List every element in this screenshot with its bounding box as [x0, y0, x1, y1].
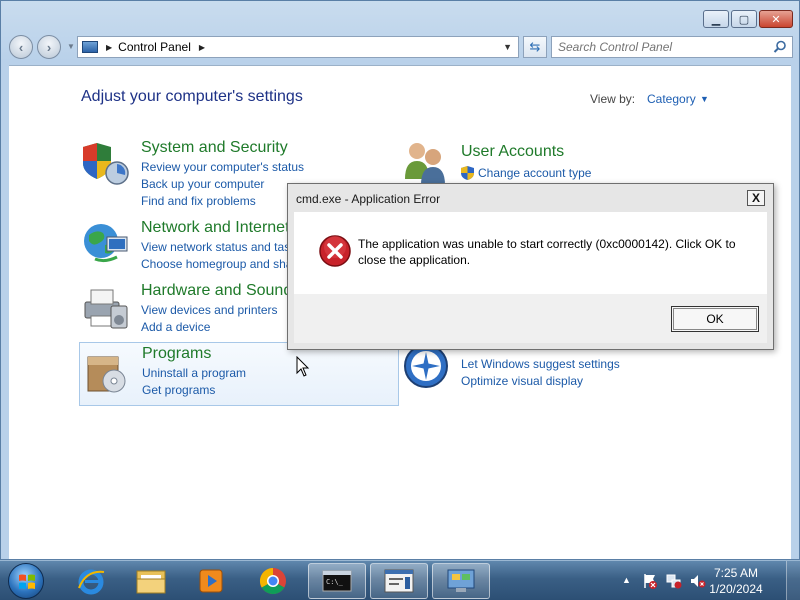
link-network-status[interactable]: View network status and tasks [141, 240, 302, 254]
refresh-button[interactable]: ⇆ [523, 36, 547, 58]
address-dropdown-icon[interactable]: ▼ [503, 42, 512, 52]
taskbar-windows-explorer[interactable] [122, 563, 180, 599]
link-review-status[interactable]: Review your computer's status [141, 160, 304, 174]
show-hidden-icons-icon[interactable]: ▲ [622, 575, 631, 585]
link-suggest-settings[interactable]: Let Windows suggest settings [461, 357, 620, 371]
search-input[interactable] [558, 40, 758, 54]
link-change-account-type[interactable]: Change account type [478, 166, 591, 180]
link-get-programs[interactable]: Get programs [142, 383, 215, 397]
network-icon[interactable] [666, 573, 682, 589]
category-title-network-internet[interactable]: Network and Internet [141, 219, 290, 237]
security-shield-icon [83, 143, 129, 185]
category-system-security: System and Security Review your computer… [81, 139, 321, 209]
navigation-bar: ‹ › ▼ ▶ Control Panel ▶ ▼ ⇆ [9, 33, 793, 61]
view-by-dropdown[interactable]: Category [647, 92, 696, 106]
svg-text:C:\_: C:\_ [326, 578, 344, 586]
minimize-button[interactable]: ▁ [703, 10, 729, 28]
taskbar-error-dialog[interactable] [370, 563, 428, 599]
taskbar-clock[interactable]: 7:25 AM 1/20/2024 [700, 565, 772, 597]
link-uninstall-program[interactable]: Uninstall a program [142, 366, 246, 380]
dialog-title: cmd.exe - Application Error [296, 192, 441, 206]
category-programs[interactable]: Programs Uninstall a program Get program… [79, 342, 399, 406]
search-icon[interactable] [773, 40, 787, 54]
application-window-icon [384, 569, 414, 593]
link-optimize-display[interactable]: Optimize visual display [461, 374, 583, 388]
taskbar-cmd[interactable]: C:\_ [308, 563, 366, 599]
caption-buttons: ▁ ▢ ✕ [701, 10, 793, 28]
taskbar: C:\_ ▲ 7:25 AM 1/20/2024 [0, 560, 800, 600]
address-bar[interactable]: ▶ Control Panel ▶ ▼ [77, 36, 519, 58]
link-find-fix[interactable]: Find and fix problems [141, 194, 256, 208]
category-network-internet: Network and Internet View network status… [81, 219, 354, 274]
category-title-system-security[interactable]: System and Security [141, 139, 288, 157]
category-user-accounts: User Accounts Change account type [401, 139, 651, 185]
category-title-hardware-sound[interactable]: Hardware and Sound [141, 282, 292, 300]
back-button[interactable]: ‹ [9, 35, 33, 59]
printer-icon [84, 289, 128, 329]
start-button[interactable] [8, 563, 44, 599]
show-desktop-button[interactable] [786, 561, 800, 600]
dialog-message-area: The application was unable to start corr… [294, 212, 767, 294]
search-box[interactable] [551, 36, 793, 58]
dialog-message: The application was unable to start corr… [358, 237, 736, 267]
category-hardware-sound: Hardware and Sound View devices and prin… [81, 282, 321, 337]
clock-date: 1/20/2024 [709, 582, 763, 596]
category-title-user-accounts[interactable]: User Accounts [461, 143, 564, 161]
ease-of-access-icon [404, 344, 448, 388]
action-center-flag-icon[interactable] [642, 573, 658, 589]
uac-shield-icon [461, 166, 474, 180]
folder-icon [136, 570, 166, 594]
breadcrumb-separator-icon[interactable]: ▶ [199, 43, 205, 52]
media-player-icon [199, 569, 223, 593]
view-by-label: View by: [590, 92, 636, 106]
forward-button[interactable]: › [37, 35, 61, 59]
forward-arrow-icon: › [46, 39, 52, 55]
link-devices-printers[interactable]: View devices and printers [141, 303, 278, 317]
taskbar-control-panel[interactable] [432, 563, 490, 599]
close-button[interactable]: ✕ [759, 10, 793, 28]
breadcrumb-control-panel[interactable]: Control Panel [118, 40, 191, 54]
internet-explorer-icon [78, 569, 105, 595]
link-add-device[interactable]: Add a device [141, 320, 210, 334]
taskbar-media-player[interactable] [182, 563, 240, 599]
user-accounts-icon [405, 143, 445, 185]
ok-button[interactable]: OK [671, 306, 759, 332]
mouse-cursor-icon [296, 356, 310, 377]
application-error-dialog: cmd.exe - Application Error X The applic… [287, 183, 774, 350]
control-panel-taskbar-icon [447, 569, 475, 592]
control-panel-icon [82, 41, 98, 53]
windows-logo-icon [19, 574, 35, 589]
refresh-icon: ⇆ [529, 39, 541, 54]
command-prompt-icon: C:\_ [322, 570, 352, 592]
category-ease-of-access: Let Windows suggest settings Optimize vi… [401, 344, 651, 394]
programs-box-icon [87, 356, 126, 393]
view-by-dropdown-icon[interactable]: ▼ [700, 94, 709, 104]
breadcrumb-separator-icon[interactable]: ▶ [106, 43, 112, 52]
link-backup[interactable]: Back up your computer [141, 177, 264, 191]
chrome-icon [259, 567, 286, 595]
dialog-body: The application was unable to start corr… [294, 212, 767, 343]
taskbar-internet-explorer[interactable] [62, 563, 120, 599]
network-globe-icon [84, 224, 128, 263]
maximize-button[interactable]: ▢ [731, 10, 757, 28]
category-title-programs[interactable]: Programs [142, 345, 211, 363]
taskbar-chrome[interactable] [244, 563, 302, 599]
back-arrow-icon: ‹ [18, 39, 24, 55]
error-icon [319, 235, 351, 267]
recent-pages-dropdown-icon[interactable]: ▼ [67, 42, 75, 51]
page-title: Adjust your computer's settings [81, 88, 303, 105]
clock-time: 7:25 AM [713, 566, 759, 580]
dialog-close-button[interactable]: X [747, 190, 765, 206]
